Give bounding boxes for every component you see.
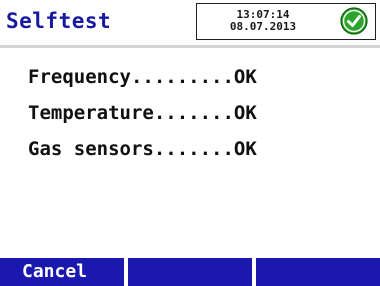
cancel-button[interactable]: Cancel bbox=[0, 258, 124, 286]
datetime-display: 13:07:14 08.07.2013 bbox=[203, 9, 323, 33]
softkey-bar: Cancel bbox=[0, 258, 380, 286]
datetime-status-box: 13:07:14 08.07.2013 bbox=[196, 3, 376, 40]
result-status: OK bbox=[233, 102, 257, 124]
softkey-2-button[interactable] bbox=[128, 258, 252, 286]
result-row-gas-sensors: Gas sensors.......OK bbox=[28, 135, 368, 171]
softkey-3-button[interactable] bbox=[256, 258, 380, 286]
result-status: OK bbox=[233, 138, 257, 160]
result-status: OK bbox=[233, 66, 257, 88]
device-screen: Selftest 13:07:14 08.07.2013 Frequency..… bbox=[0, 0, 380, 286]
header-divider bbox=[0, 45, 380, 48]
page-title: Selftest bbox=[6, 9, 112, 33]
result-label: Frequency......... bbox=[28, 66, 234, 88]
result-row-temperature: Temperature.......OK bbox=[28, 99, 368, 135]
check-circle-icon bbox=[340, 7, 368, 35]
result-row-frequency: Frequency.........OK bbox=[28, 63, 368, 99]
result-label: Temperature....... bbox=[28, 102, 234, 124]
selftest-results: Frequency.........OK Temperature.......O… bbox=[28, 63, 368, 171]
result-label: Gas sensors....... bbox=[28, 138, 234, 160]
date-label: 08.07.2013 bbox=[229, 20, 297, 33]
